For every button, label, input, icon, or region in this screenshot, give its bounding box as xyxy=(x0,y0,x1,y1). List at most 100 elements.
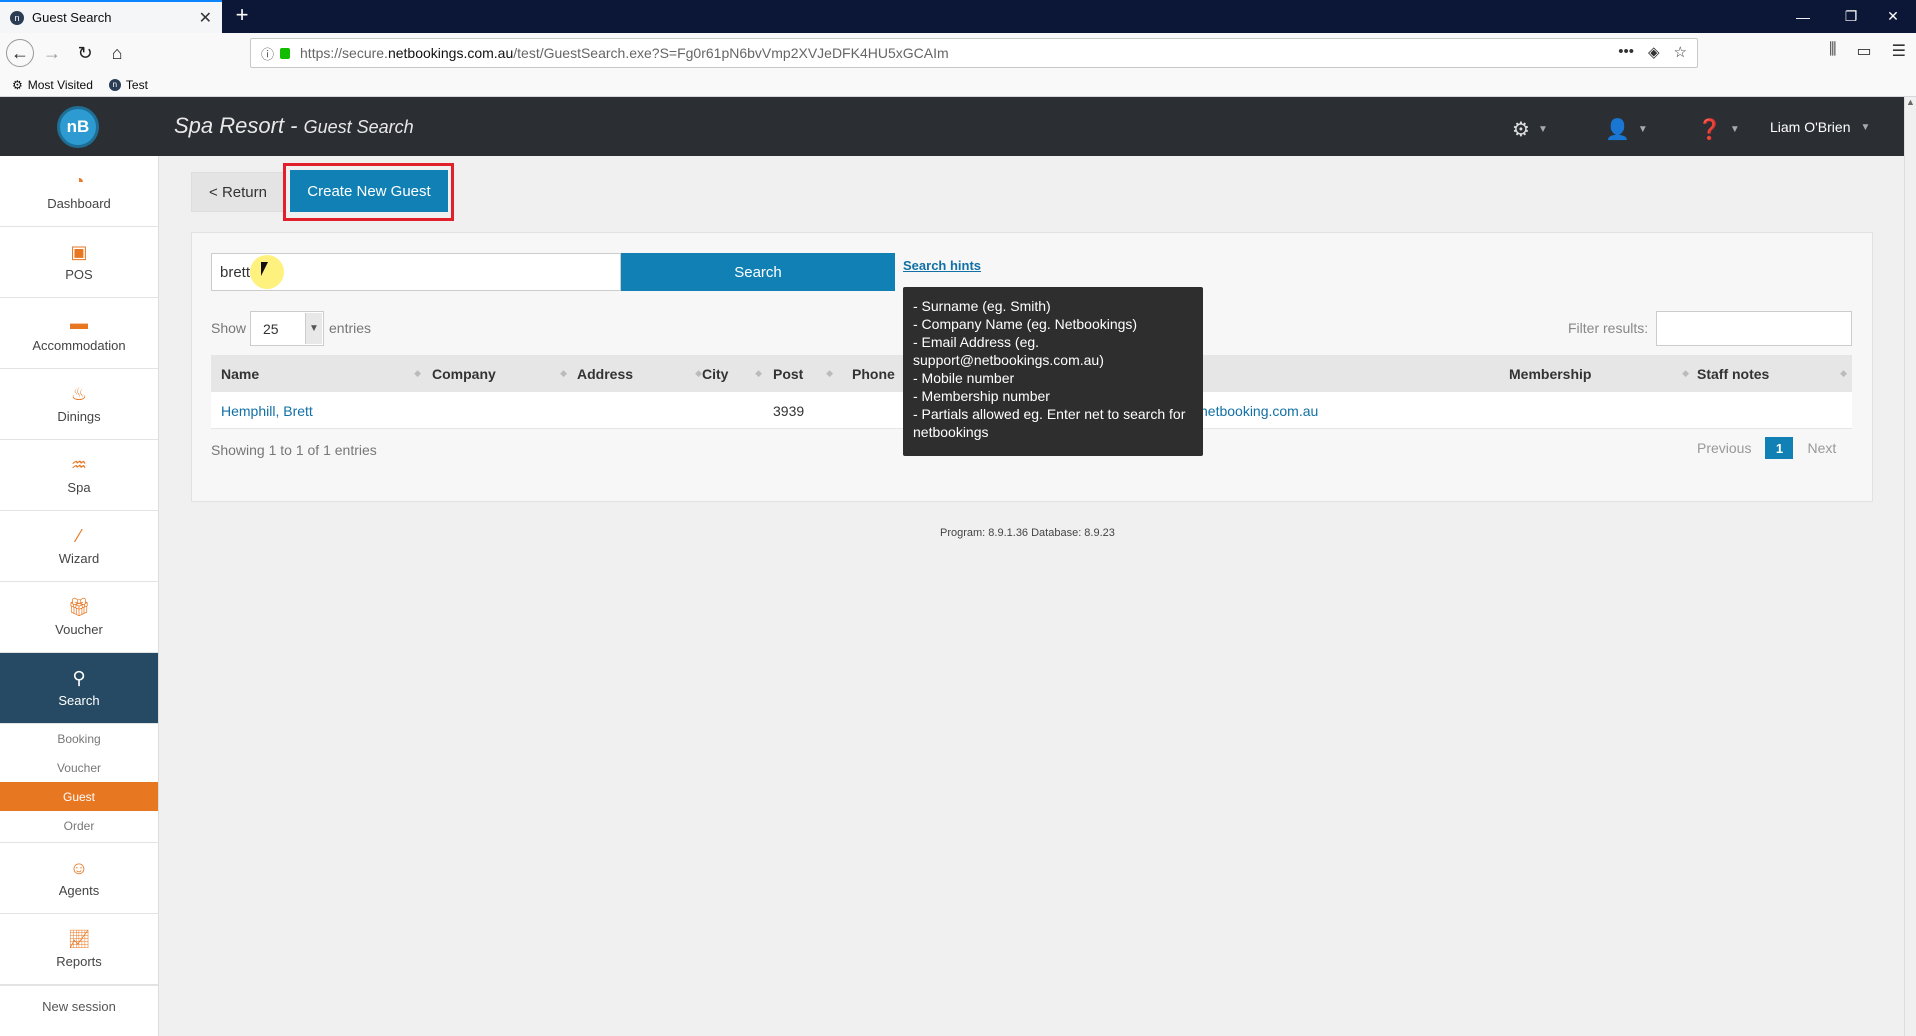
sidebar-item-dashboard[interactable]: ◔ Dashboard xyxy=(0,156,158,227)
wand-icon: ⁄ xyxy=(77,525,81,546)
guest-post: 3939 xyxy=(773,402,805,419)
gear-icon: ⚙ xyxy=(12,77,23,92)
column-header-post[interactable]: Post ◆ xyxy=(773,355,833,392)
user-name: Liam O'Brien xyxy=(1770,119,1851,135)
sidebar-item-accommodation[interactable]: ▬ Accommodation xyxy=(0,298,158,369)
reload-icon[interactable]: ↻ xyxy=(71,39,99,67)
sidebar-item-label: Dashboard xyxy=(47,195,111,211)
url-bar[interactable]: ⓘ https://secure. netbookings.com.au/test… xyxy=(250,38,1698,68)
search-hints-link[interactable]: Search hints xyxy=(903,258,981,273)
search-button[interactable]: Search xyxy=(621,253,895,291)
pos-icon: ▣ xyxy=(70,241,88,262)
close-window-icon[interactable]: ✕ xyxy=(1870,0,1916,33)
back-icon[interactable]: ← xyxy=(6,39,34,67)
new-tab-icon[interactable]: + xyxy=(230,4,254,28)
new-session-link[interactable]: New session xyxy=(0,985,158,1027)
page-1-button[interactable]: 1 xyxy=(1765,437,1794,459)
column-label: Company xyxy=(432,365,496,382)
sort-icon: ◆ xyxy=(755,368,762,378)
gift-icon: 🎁︎ xyxy=(67,596,91,617)
page-size-value: 25 xyxy=(263,320,279,337)
forward-icon[interactable]: → xyxy=(38,39,66,67)
column-header-staff-notes[interactable]: Staff notes ◆ xyxy=(1697,355,1847,392)
site-favicon-icon: n xyxy=(108,78,121,91)
page-size-select[interactable]: 25 ▼ xyxy=(250,311,324,346)
spa-icon: ♒ xyxy=(70,454,88,475)
title-separator: - xyxy=(284,113,304,138)
column-header-name[interactable]: Name ◆ xyxy=(221,355,421,392)
browser-tabbar: n Guest Search ✕ + — ❐ ✕ xyxy=(0,0,1916,33)
column-header-company[interactable]: Company ◆ xyxy=(432,355,567,392)
bookmark-star-icon[interactable]: ☆ xyxy=(1674,43,1687,61)
browser-tab[interactable]: n Guest Search ✕ xyxy=(0,0,222,33)
return-button[interactable]: < Return xyxy=(191,172,285,212)
sidebar-item-pos[interactable]: ▣ POS xyxy=(0,227,158,298)
filter-label: Filter results: xyxy=(1568,320,1649,336)
agent-menu[interactable]: 👤 ▼ xyxy=(1605,117,1648,142)
sidebar-item-dinings[interactable]: ♨ Dinings xyxy=(0,369,158,440)
library-icon[interactable]: ⫼ xyxy=(1829,41,1836,61)
sidebar-item-label: POS xyxy=(65,266,93,282)
minimize-icon[interactable]: — xyxy=(1780,0,1826,33)
column-header-membership[interactable]: Membership ◆ xyxy=(1509,355,1689,392)
sidebar-item-voucher[interactable]: 🎁︎ Voucher xyxy=(0,582,158,653)
sidebar-toggle-icon[interactable]: ▭ xyxy=(1857,41,1872,61)
sidebar-item-label: Agents xyxy=(58,882,100,898)
pocket-icon[interactable]: ◈ xyxy=(1648,43,1660,61)
tooltip-line: - Partials allowed eg. Enter net to sear… xyxy=(913,406,1186,440)
column-label: Phone xyxy=(852,365,895,382)
sort-icon: ◆ xyxy=(560,368,567,378)
chevron-down-icon: ▼ xyxy=(1637,124,1648,135)
guest-name-link[interactable]: Hemphill, Brett xyxy=(221,392,313,429)
more-actions-icon[interactable]: ••• xyxy=(1618,43,1634,61)
bookmark-test[interactable]: n Test xyxy=(108,78,148,92)
sidebar-item-search[interactable]: ⚲ Search xyxy=(0,653,158,724)
bookmarks-bar: ⚙ Most Visited n Test xyxy=(0,73,1916,97)
help-menu[interactable]: ❓ ▼ xyxy=(1697,117,1740,142)
filter-results-input[interactable] xyxy=(1656,311,1852,346)
page-scrollbar[interactable]: ▲ xyxy=(1904,97,1916,1036)
help-icon: ❓ xyxy=(1697,119,1722,141)
scroll-up-icon[interactable]: ▲ xyxy=(1905,97,1916,107)
sidebar-subitem-booking[interactable]: Booking xyxy=(0,724,158,753)
sidebar-item-spa[interactable]: ♒ Spa xyxy=(0,440,158,511)
chevron-down-icon[interactable]: ▼ xyxy=(305,313,322,344)
next-page-button[interactable]: Next xyxy=(1807,440,1836,456)
sidebar: ◔ Dashboard ▣ POS ▬ Accommodation ♨ Dini… xyxy=(0,156,159,1036)
guest-email-link[interactable]: netbooking.com.au xyxy=(1200,392,1318,429)
version-info: Program: 8.9.1.36 Database: 8.9.23 xyxy=(940,527,1115,539)
previous-page-button[interactable]: Previous xyxy=(1697,440,1751,456)
sidebar-subitem-guest[interactable]: Guest xyxy=(0,782,158,811)
app-header: nB Spa Resort - Guest Search ⚙ ▼ 👤 ▼ ❓ ▼ Li… xyxy=(0,97,1904,156)
restore-icon[interactable]: ❐ xyxy=(1828,0,1874,33)
settings-menu[interactable]: ⚙ ▼ xyxy=(1512,117,1548,142)
column-header-city[interactable]: City ◆ xyxy=(702,355,762,392)
column-header-address[interactable]: Address ◆ xyxy=(577,355,702,392)
close-tab-icon[interactable]: ✕ xyxy=(199,8,212,28)
app-logo[interactable]: nB xyxy=(57,106,99,148)
chevron-down-icon: ▼ xyxy=(1729,124,1740,135)
sort-icon: ◆ xyxy=(826,368,833,378)
sidebar-item-agents[interactable]: ☺ Agents xyxy=(0,843,158,914)
bookmark-most-visited[interactable]: ⚙ Most Visited xyxy=(12,78,93,92)
app-name: Spa Resort xyxy=(174,113,285,138)
sidebar-subitem-order[interactable]: Order xyxy=(0,811,158,840)
url-prefix: https://secure. xyxy=(300,45,388,61)
browser-navbar: ← → ↻ ⌂ ⓘ https://secure. netbookings.com… xyxy=(0,33,1916,73)
home-icon[interactable]: ⌂ xyxy=(103,39,131,67)
tab-title: Guest Search xyxy=(32,10,112,25)
bookmark-label: Most Visited xyxy=(27,77,93,92)
sidebar-item-reports[interactable]: 📈︎ Reports xyxy=(0,914,158,985)
sidebar-item-wizard[interactable]: ⁄ Wizard xyxy=(0,511,158,582)
hamburger-menu-icon[interactable]: ☰ xyxy=(1892,41,1906,61)
gears-icon: ⚙ xyxy=(1512,119,1530,141)
column-label: Post xyxy=(773,365,804,382)
user-menu[interactable]: Liam O'Brien ▼ xyxy=(1770,119,1870,135)
chevron-down-icon: ▼ xyxy=(1860,121,1871,133)
sidebar-subitem-voucher[interactable]: Voucher xyxy=(0,753,158,782)
tooltip-line: - Company Name (eg. Netbookings) xyxy=(913,316,1138,332)
show-label: Show xyxy=(211,320,247,336)
info-icon[interactable]: ⓘ xyxy=(261,44,274,63)
search-submenu: Booking Voucher Guest Order xyxy=(0,724,158,843)
create-new-guest-button[interactable]: Create New Guest xyxy=(290,170,448,212)
